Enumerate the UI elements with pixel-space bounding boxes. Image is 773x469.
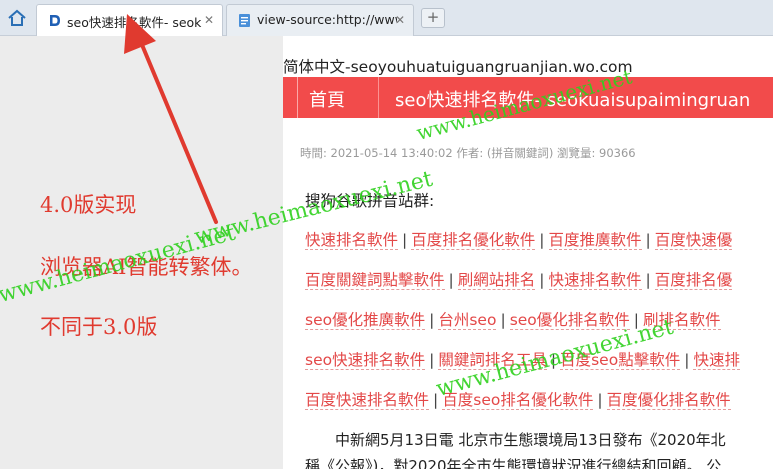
link-row: seo優化推廣軟件 | 台州seo | seo優化排名軟件 | 刷排名軟件 <box>305 308 773 348</box>
annotation-note: 不同于3.0版 <box>40 315 158 339</box>
keyword-link[interactable]: 台州seo <box>438 311 497 330</box>
keyword-link[interactable]: 百度推廣軟件 <box>548 231 642 250</box>
tab-title: seo快速排名軟件- seok <box>67 15 202 30</box>
tab-strip: seo快速排名軟件- seok ✕ view-source:http://www… <box>0 0 773 37</box>
link-separator: | <box>539 231 545 249</box>
link-row: 百度快速排名軟件 | 百度seo排名優化軟件 | 百度優化排名軟件 <box>305 388 773 428</box>
link-separator: | <box>429 351 435 369</box>
keyword-link[interactable]: 百度關鍵詞點擊軟件 <box>305 271 445 290</box>
tab-close-icon[interactable]: ✕ <box>395 13 405 27</box>
link-separator: | <box>684 351 690 369</box>
tab-close-icon[interactable]: ✕ <box>204 13 214 27</box>
link-row: 快速排名軟件 | 百度排名優化軟件 | 百度推廣軟件 | 百度快速優 <box>305 228 773 268</box>
keyword-link[interactable]: 百度排名優 <box>654 271 733 290</box>
article-meta: 時間: 2021-05-14 13:40:02 作者: (拼音關鍵詞) 瀏覽量:… <box>300 146 636 160</box>
link-separator: | <box>429 311 435 329</box>
site-d-logo <box>47 13 62 28</box>
keyword-link[interactable]: 百度排名優化軟件 <box>411 231 536 250</box>
nav-divider <box>297 77 298 118</box>
link-separator: | <box>448 271 454 289</box>
keyword-link[interactable]: 百度優化排名軟件 <box>606 391 731 410</box>
tab-seo-site[interactable]: seo快速排名軟件- seok ✕ <box>36 4 223 37</box>
keyword-link[interactable]: 百度快速優 <box>654 231 733 250</box>
keyword-link[interactable]: seo快速排名軟件 <box>305 351 426 370</box>
link-separator: | <box>645 271 651 289</box>
keyword-link[interactable]: 快速排 <box>693 351 740 370</box>
link-separator: | <box>645 231 651 249</box>
keyword-link[interactable]: seo優化推廣軟件 <box>305 311 426 330</box>
home-icon <box>8 9 26 26</box>
keyword-link[interactable]: 快速排名軟件 <box>305 231 399 250</box>
link-row: 百度關鍵詞點擊軟件 | 刷網站排名 | 快速排名軟件 | 百度排名優 <box>305 268 773 308</box>
tab-title: view-source:http://www <box>257 12 397 27</box>
link-separator: | <box>402 231 408 249</box>
language-line[interactable]: 简体中文-seoyouhuatuiguangruanjian.wo.com <box>283 55 773 77</box>
article-paragraph: 中新網5月13日電 北京市生態環境局13日發布《2020年北 稱《公報》)，對2… <box>305 427 773 469</box>
nav-home-link[interactable]: 首頁 <box>309 86 345 112</box>
keyword-link[interactable]: 刷網站排名 <box>457 271 536 290</box>
link-separator: | <box>539 271 545 289</box>
link-list: 快速排名軟件 | 百度排名優化軟件 | 百度推廣軟件 | 百度快速優 百度關鍵詞點擊軟件 | 刷網… <box>305 228 773 428</box>
nav-divider <box>378 77 379 118</box>
link-separator: | <box>500 311 506 329</box>
annotation-note: 4.0版实现 <box>40 193 137 217</box>
tab-view-source[interactable]: view-source:http://www ✕ <box>226 4 414 36</box>
keyword-link[interactable]: 快速排名軟件 <box>548 271 642 290</box>
paragraph-line: 中新網5月13日電 北京市生態環境局13日發布《2020年北 <box>305 431 726 449</box>
link-separator: | <box>597 391 603 409</box>
keyword-link[interactable]: seo優化排名軟件 <box>509 311 630 330</box>
paragraph-line: 稱《公報》)，對2020年全市生態環境狀況進行總結和回顧。 公 <box>305 457 722 469</box>
home-button[interactable] <box>6 8 28 28</box>
document-icon <box>239 14 250 27</box>
new-tab-button[interactable]: + <box>421 8 445 28</box>
keyword-link[interactable]: 百度快速排名軟件 <box>305 391 430 410</box>
